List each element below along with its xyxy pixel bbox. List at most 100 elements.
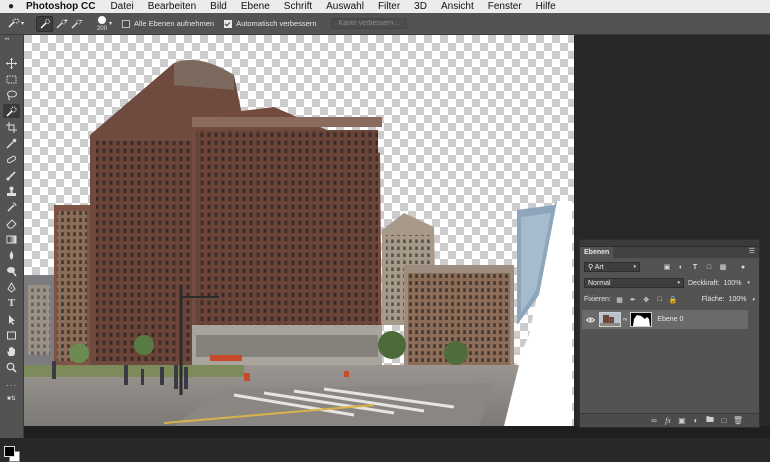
link-layers-icon[interactable]: ∞ xyxy=(647,416,661,425)
layer-filter-row: ⚲ Art ▾ ▣ ◐ T □ ▩ ● xyxy=(584,262,755,272)
eraser-tool-icon[interactable] xyxy=(3,216,20,230)
lasso-tool-icon[interactable] xyxy=(3,88,20,102)
filter-smart-object-icon[interactable]: ▩ xyxy=(718,263,728,272)
layer-name[interactable]: Ebene 0 xyxy=(657,316,683,323)
document-canvas[interactable] xyxy=(24,35,574,426)
move-tool-icon[interactable] xyxy=(3,56,20,70)
layer-row[interactable]: ∞ Ebene 0 xyxy=(582,310,748,329)
hand-tool-icon[interactable] xyxy=(3,344,20,358)
refine-edge-button[interactable]: Kante verbessern... xyxy=(330,18,408,29)
layer-thumbnail[interactable] xyxy=(599,312,621,327)
app-menu[interactable]: Photoshop CC xyxy=(26,1,95,12)
panel-collapse-icon[interactable]: ◂◂ xyxy=(4,36,9,42)
filter-pixel-icon[interactable]: ▣ xyxy=(662,263,672,272)
chevron-down-icon[interactable]: ▾ xyxy=(109,20,112,27)
menu-3d[interactable]: 3D xyxy=(414,1,427,12)
trash-icon[interactable]: 🗑 xyxy=(731,416,745,425)
brush-subtract-icon xyxy=(71,19,83,28)
rectangle-tool-icon[interactable] xyxy=(3,328,20,342)
menu-type[interactable]: Schrift xyxy=(284,1,312,12)
menu-filter[interactable]: Filter xyxy=(378,1,400,12)
more-tools-icon[interactable]: ··· xyxy=(3,378,20,392)
layers-panel-footer: ∞ fx ▣ ◐ 🖿 □ 🗑 xyxy=(580,413,759,427)
lock-image-pixels-icon[interactable]: ✒ xyxy=(628,295,637,304)
lock-fill-row: Fixieren: ▦ ✒ ✥ □ 🔒 Fläche: 100% ▾ xyxy=(584,295,755,304)
menu-view[interactable]: Ansicht xyxy=(441,1,474,12)
opacity-value[interactable]: 100% xyxy=(724,280,742,287)
options-bar: ▾ 200 ▾ Alle Ebenen aufnehmen Automatisc… xyxy=(0,13,770,35)
new-layer-icon[interactable]: □ xyxy=(717,416,731,425)
filter-adjustment-icon[interactable]: ◐ xyxy=(676,263,686,272)
menu-image[interactable]: Bild xyxy=(210,1,227,12)
healing-brush-tool-icon[interactable] xyxy=(3,152,20,166)
eyedropper-tool-icon[interactable] xyxy=(3,136,20,150)
menu-edit[interactable]: Bearbeiten xyxy=(148,1,196,12)
filter-toggle-icon[interactable]: ● xyxy=(738,263,748,272)
menu-window[interactable]: Fenster xyxy=(488,1,522,12)
new-adjustment-layer-icon[interactable]: ◐ xyxy=(689,416,703,425)
auto-enhance-label: Automatisch verbessern xyxy=(236,19,317,28)
lock-all-icon[interactable]: 🔒 xyxy=(668,295,678,304)
quick-selection-tool-icon[interactable] xyxy=(3,104,20,118)
menu-bar: ● Photoshop CC Datei Bearbeiten Bild Ebe… xyxy=(0,0,770,13)
clone-stamp-tool-icon[interactable] xyxy=(3,184,20,198)
history-brush-tool-icon[interactable] xyxy=(3,200,20,214)
auto-enhance-checkbox[interactable] xyxy=(224,19,233,28)
layer-mask-thumbnail[interactable] xyxy=(630,312,653,327)
chevron-down-icon: ▾ xyxy=(633,264,636,270)
type-tool-icon[interactable]: T xyxy=(3,296,20,310)
foreground-color-swatch[interactable] xyxy=(4,446,15,457)
zoom-tool-icon[interactable] xyxy=(3,360,20,374)
lock-transparent-pixels-icon[interactable]: ▦ xyxy=(615,295,624,304)
brush-new-icon xyxy=(40,18,50,28)
blur-tool-icon[interactable] xyxy=(3,248,20,262)
lock-position-icon[interactable]: ✥ xyxy=(642,295,651,304)
apple-menu-icon[interactable]: ● xyxy=(2,1,20,12)
chevron-down-icon: ▾ xyxy=(21,21,25,27)
add-to-selection-button[interactable] xyxy=(56,17,68,31)
sample-all-layers-label: Alle Ebenen aufnehmen xyxy=(134,19,215,28)
filter-type-icon[interactable]: T xyxy=(690,263,700,272)
chevron-down-icon[interactable]: ▾ xyxy=(747,280,750,286)
lock-artboard-icon[interactable]: □ xyxy=(655,295,664,304)
new-selection-button[interactable] xyxy=(36,15,54,32)
fx-icon[interactable]: fx xyxy=(661,416,675,425)
brush-size-value: 200 xyxy=(97,25,108,32)
new-group-icon[interactable]: 🖿 xyxy=(703,414,717,428)
search-icon: ⚲ xyxy=(588,264,594,271)
brush-size-picker[interactable]: 200 xyxy=(97,15,108,32)
opacity-label: Deckkraft: xyxy=(688,279,720,287)
menu-select[interactable]: Auswahl xyxy=(326,1,364,12)
brush-tool-icon[interactable] xyxy=(3,168,20,182)
tab-layers[interactable]: Ebenen xyxy=(580,247,614,258)
crop-tool-icon[interactable] xyxy=(3,120,20,134)
blend-mode-value: Normal xyxy=(588,279,611,287)
dodge-tool-icon[interactable] xyxy=(3,264,20,278)
filter-shape-icon[interactable]: □ xyxy=(704,263,714,272)
menu-layer[interactable]: Ebene xyxy=(241,1,270,12)
quick-selection-brush-icon xyxy=(8,18,20,28)
brush-add-icon xyxy=(56,18,68,28)
brush-tip-icon xyxy=(98,15,107,24)
sample-all-layers-checkbox[interactable] xyxy=(122,19,131,28)
fill-label: Fläche: xyxy=(701,296,725,303)
tool-preset-picker[interactable]: ▾ xyxy=(8,17,24,31)
subtract-from-selection-button[interactable] xyxy=(71,17,83,31)
default-colors-icon[interactable]: ■⇅ xyxy=(3,394,20,403)
menu-file[interactable]: Datei xyxy=(110,1,133,12)
mask-link-icon[interactable]: ∞ xyxy=(623,317,627,323)
fill-value[interactable]: 100% xyxy=(729,296,747,303)
panel-grip[interactable] xyxy=(580,240,759,247)
pen-tool-icon[interactable] xyxy=(3,280,20,294)
blend-mode-select[interactable]: Normal ▾ xyxy=(584,278,684,288)
marquee-tool-icon[interactable] xyxy=(3,72,20,86)
menu-help[interactable]: Hilfe xyxy=(536,1,556,12)
chevron-down-icon[interactable]: ▾ xyxy=(753,297,756,303)
panel-menu-icon[interactable]: ☰ xyxy=(749,247,755,255)
lock-label: Fixieren: xyxy=(584,296,611,303)
path-selection-tool-icon[interactable] xyxy=(3,312,20,326)
layer-filter-select[interactable]: ⚲ Art ▾ xyxy=(584,262,640,272)
gradient-tool-icon[interactable] xyxy=(3,232,20,246)
add-mask-icon[interactable]: ▣ xyxy=(675,416,689,425)
eye-icon[interactable] xyxy=(585,315,595,325)
